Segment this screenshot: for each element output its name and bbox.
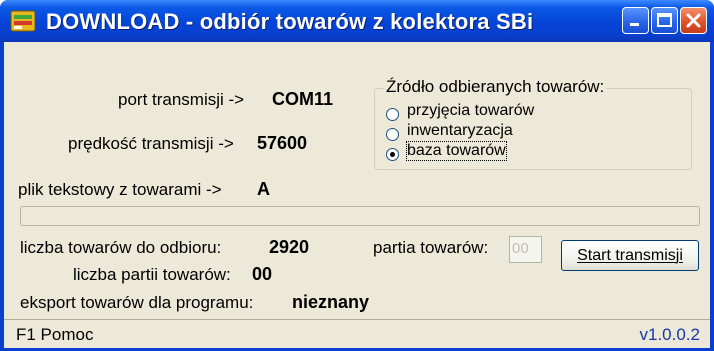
batch-label: partia towarów: xyxy=(373,238,489,257)
port-label: port transmisji -> xyxy=(118,90,245,109)
export-value: nieznany xyxy=(292,292,370,312)
radio-inwentaryzacja[interactable] xyxy=(386,128,399,141)
radio-baza[interactable] xyxy=(386,148,399,161)
file-value: A xyxy=(257,179,270,199)
radio-przyjecia[interactable] xyxy=(386,108,399,121)
help-hint: F1 Pomoc xyxy=(16,325,94,344)
count-label: liczba towarów do odbioru: xyxy=(20,238,222,257)
client-area: port transmisji -> COM11 prędkość transm… xyxy=(4,42,710,348)
title-bar[interactable]: DOWNLOAD - odbiór towarów z kolektora SB… xyxy=(0,0,714,42)
radio-inwentaryzacja-label[interactable]: inwentaryzacja xyxy=(407,122,513,140)
window-title: DOWNLOAD - odbiór towarów z kolektora SB… xyxy=(46,9,534,34)
close-icon xyxy=(686,13,701,28)
minimize-button[interactable] xyxy=(622,7,649,34)
speed-value: 57600 xyxy=(257,133,308,153)
count-value: 2920 xyxy=(269,237,310,257)
speed-label: prędkość transmisji -> xyxy=(68,134,234,153)
source-group-title: Źródło odbieranych towarów: xyxy=(384,77,607,97)
radio-przyjecia-label[interactable]: przyjęcia towarów xyxy=(407,102,534,120)
app-icon xyxy=(10,10,36,32)
port-value: COM11 xyxy=(272,89,334,109)
export-label: eksport towarów dla programu: xyxy=(20,293,254,312)
parts-value: 00 xyxy=(252,264,273,284)
file-label: plik tekstowy z towarami -> xyxy=(18,180,222,199)
radio-baza-label[interactable]: baza towarów xyxy=(406,141,507,161)
parts-label: liczba partii towarów: xyxy=(73,265,231,284)
start-transmission-label: Start transmisji xyxy=(577,246,683,264)
app-window: DOWNLOAD - odbiór towarów z kolektora SB… xyxy=(0,0,714,351)
version-label: v1.0.0.2 xyxy=(639,325,701,344)
close-button[interactable] xyxy=(680,7,707,34)
batch-input[interactable]: 00 xyxy=(509,236,542,263)
minimize-icon xyxy=(630,23,639,26)
start-transmission-button[interactable]: Start transmisji xyxy=(561,240,699,271)
transfer-progress-bar xyxy=(20,206,700,226)
status-bar: F1 Pomoc v1.0.0.2 xyxy=(4,319,710,348)
maximize-button[interactable] xyxy=(651,7,678,34)
maximize-icon xyxy=(657,13,672,27)
